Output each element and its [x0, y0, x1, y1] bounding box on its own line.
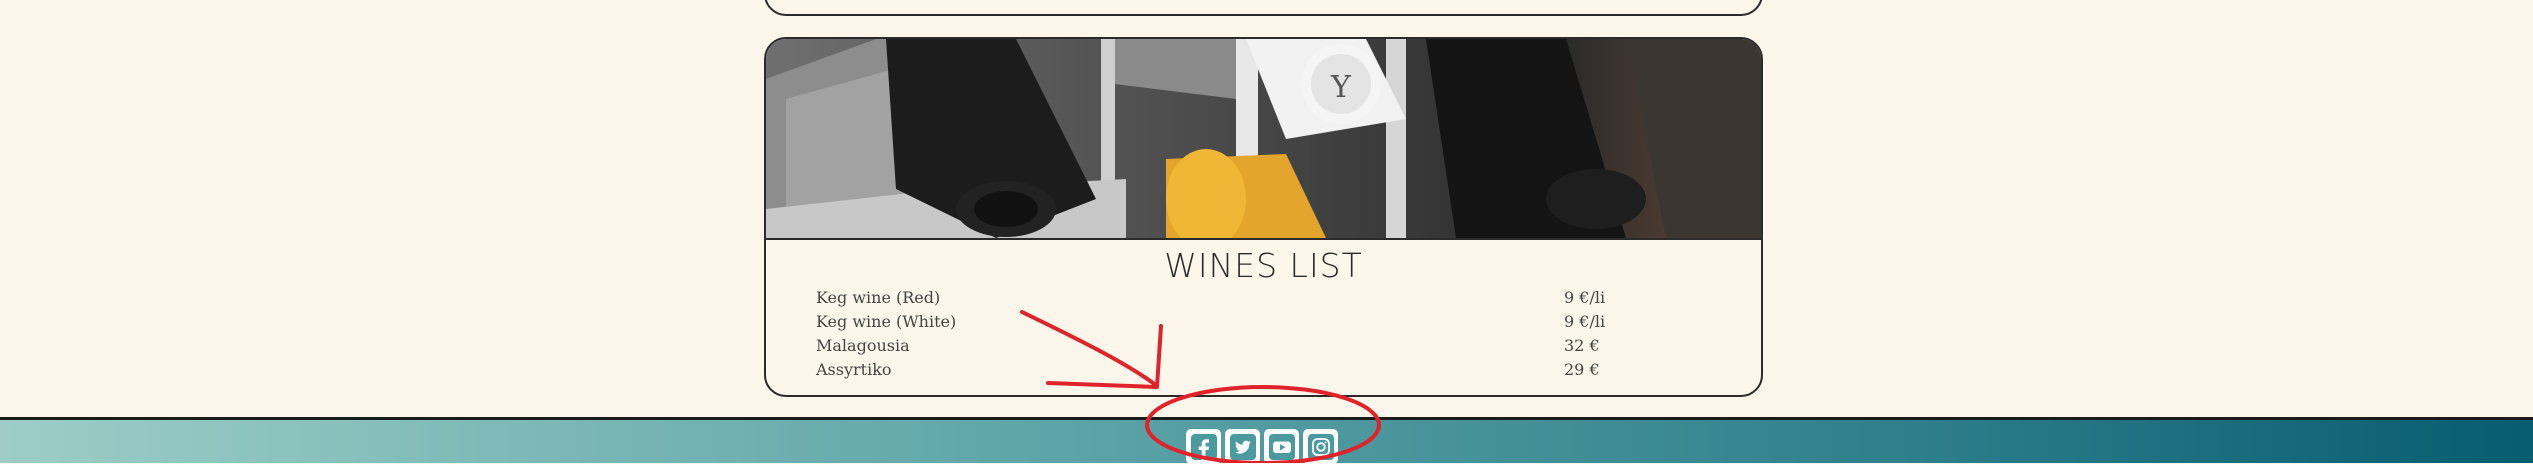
facebook-link[interactable] — [1186, 429, 1221, 464]
twitter-link[interactable] — [1225, 429, 1260, 464]
social-links — [1186, 429, 1338, 464]
instagram-link[interactable] — [1303, 429, 1338, 464]
wine-price: 9 €/li — [1564, 312, 1606, 331]
wine-name: Keg wine (White) — [816, 312, 957, 331]
svg-text:Y: Y — [1330, 70, 1352, 105]
wine-item: Assyrtiko 29 € — [816, 358, 1696, 382]
wine-bottles-photo: Y — [766, 39, 1761, 238]
previous-menu-card — [764, 0, 1763, 16]
facebook-icon — [1190, 433, 1217, 460]
wine-item: Malagousia 32 € — [816, 334, 1696, 358]
wine-price: 32 € — [1564, 336, 1600, 355]
wine-item: Keg wine (Red) 9 €/li — [816, 286, 1696, 310]
wine-price: 29 € — [1564, 360, 1600, 379]
instagram-icon — [1307, 433, 1334, 460]
hero-divider — [766, 238, 1761, 240]
twitter-icon — [1229, 433, 1256, 460]
wine-price: 9 €/li — [1564, 288, 1606, 307]
wines-menu-card: Y WINES LIST Keg wine (Red) 9 €/li Keg w… — [764, 37, 1763, 397]
site-footer — [0, 417, 2533, 464]
youtube-link[interactable] — [1264, 429, 1299, 464]
youtube-icon — [1268, 433, 1295, 460]
wines-list-title: WINES LIST — [1164, 246, 1363, 285]
wine-item: Keg wine (White) 9 €/li — [816, 310, 1696, 334]
wine-name: Assyrtiko — [816, 360, 892, 379]
wine-name: Keg wine (Red) — [816, 288, 941, 307]
wine-name: Malagousia — [816, 336, 910, 355]
wine-list: Keg wine (Red) 9 €/li Keg wine (White) 9… — [816, 286, 1696, 382]
